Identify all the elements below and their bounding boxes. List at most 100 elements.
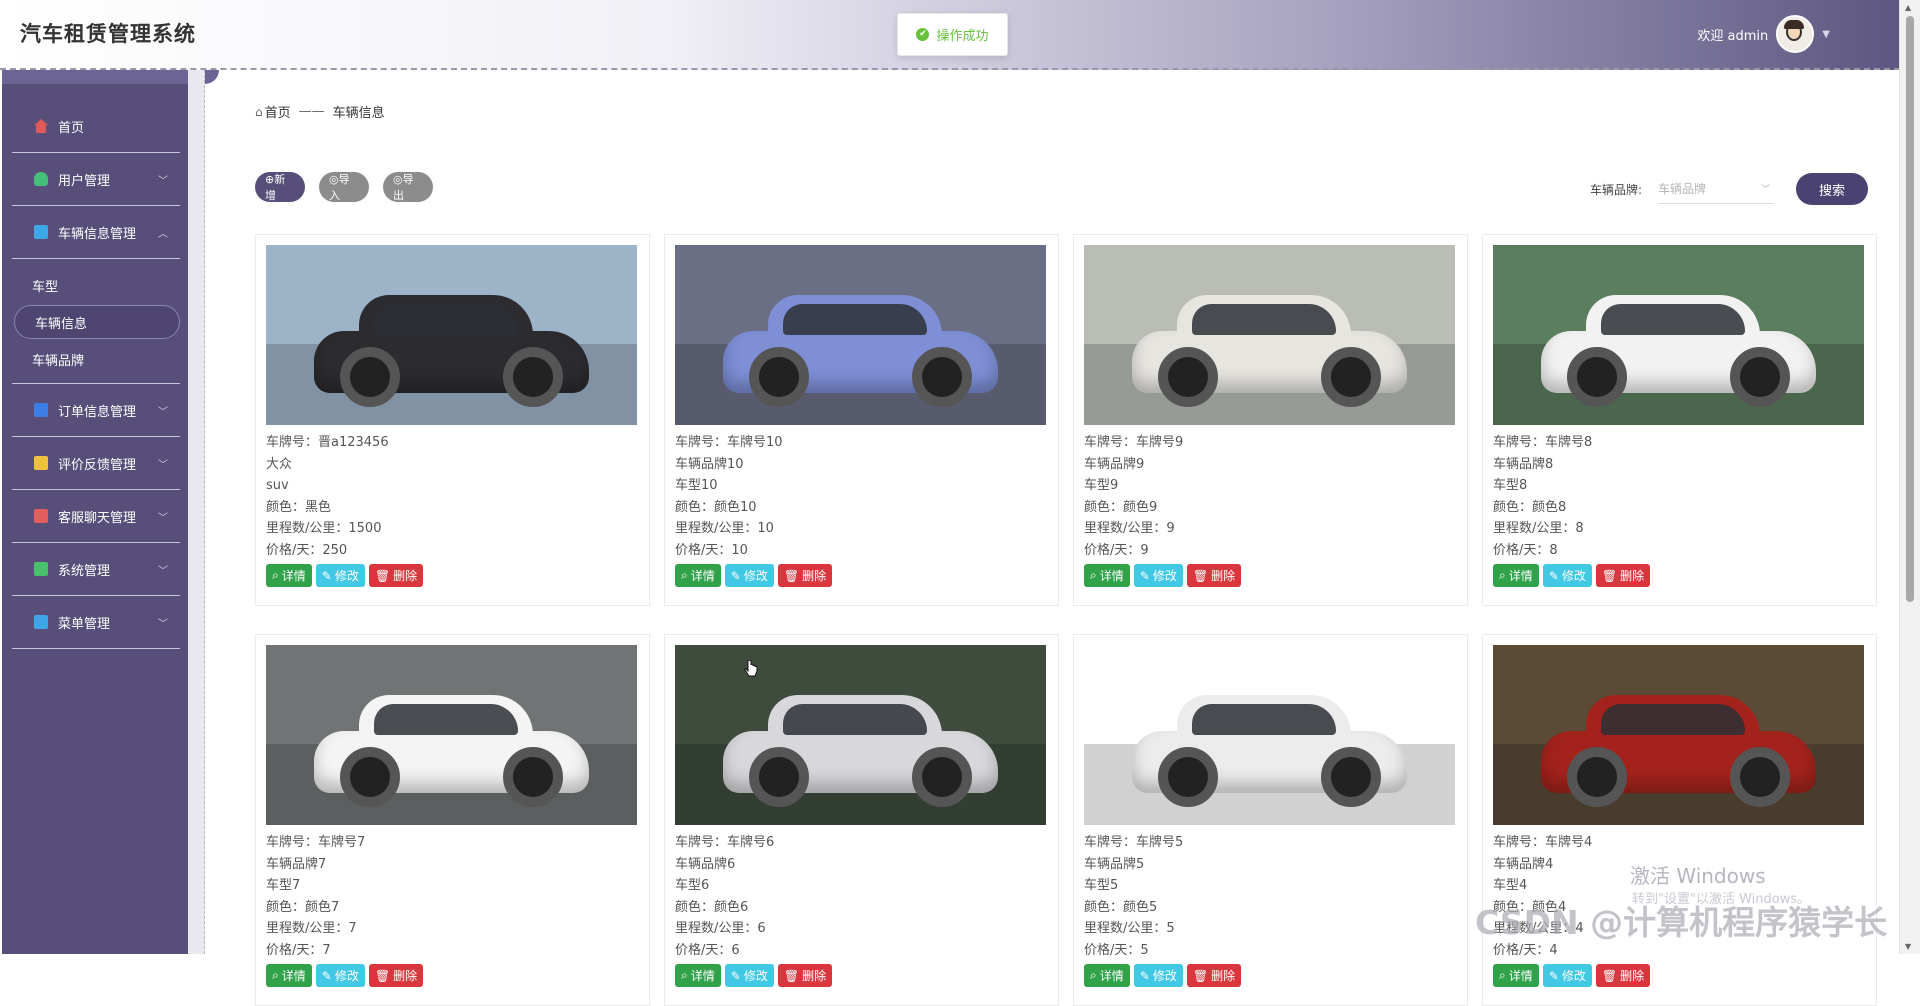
detail-button[interactable]: ⌕ 详情 — [1493, 564, 1539, 587]
page-scrollbar[interactable]: ▲ ▼ — [1899, 0, 1920, 954]
sidebar-item-system[interactable]: 系统管理 ﹀ — [12, 543, 180, 596]
edit-button[interactable]: ✎ 修改 — [1133, 564, 1183, 587]
vehicle-photo[interactable] — [675, 645, 1046, 825]
car-wheel — [1320, 747, 1381, 807]
edit-label: 修改 — [1561, 969, 1586, 983]
sidebar-item-vehicles[interactable]: 车辆信息管理 ︿ — [12, 206, 180, 259]
detail-label: 详情 — [1099, 969, 1124, 983]
vehicle-photo[interactable] — [266, 245, 637, 425]
car-window — [1191, 704, 1337, 735]
price-line: 价格/天：8 — [1493, 542, 1558, 558]
scroll-down-icon[interactable]: ▼ — [1905, 942, 1911, 951]
scroll-up-icon[interactable]: ▲ — [1905, 3, 1911, 12]
delete-button[interactable]: 🗑 删除 — [1595, 964, 1651, 987]
mileage-line: 里程数/公里：9 — [1084, 521, 1175, 536]
sidebar-item-label: 首页 — [58, 120, 85, 136]
sidebar-item-feedback[interactable]: 评价反馈管理 ﹀ — [12, 437, 180, 490]
menu-icon — [34, 615, 48, 629]
edit-button[interactable]: ✎ 修改 — [315, 964, 365, 987]
vehicle-submenu: 车型 车辆信息 车辆品牌 — [12, 259, 180, 384]
vehicle-info: 车牌号：车牌号6 车辆品牌6 车型6 颜色：颜色6 里程数/公里：6 价格/天：… — [675, 832, 1048, 961]
chevron-down-icon[interactable]: ﹀ — [158, 172, 168, 187]
brand-select-placeholder: 车辆品牌 — [1658, 182, 1707, 196]
submenu-item-brand[interactable]: 车辆品牌 — [12, 339, 180, 379]
edit-button[interactable]: ✎ 修改 — [315, 564, 365, 587]
vehicle-photo[interactable] — [1084, 245, 1455, 425]
sidebar-item-users[interactable]: 用户管理 ﹀ — [12, 153, 180, 206]
trash-icon: 🗑 — [783, 568, 800, 583]
vehicle-info: 车牌号：车牌号8 车辆品牌8 车型8 颜色：颜色8 里程数/公里：8 价格/天：… — [1493, 432, 1866, 561]
chevron-down-icon[interactable]: ﹀ — [158, 615, 168, 630]
edit-icon: ✎ — [1139, 568, 1150, 583]
chevron-up-icon[interactable]: ︿ — [158, 225, 168, 240]
windows-activation-text: 激活 Windows — [1630, 864, 1766, 888]
chevron-down-icon[interactable]: ﹀ — [158, 509, 168, 524]
model-line: 车型8 — [1493, 478, 1528, 493]
detail-label: 详情 — [281, 969, 306, 983]
delete-button[interactable]: 🗑 删除 — [1186, 964, 1242, 987]
car-wheel — [502, 747, 563, 807]
detail-button[interactable]: ⌕ 详情 — [675, 564, 721, 587]
chevron-down-icon[interactable]: ﹀ — [158, 456, 168, 471]
detail-button[interactable]: ⌕ 详情 — [266, 564, 312, 587]
submenu-item-model[interactable]: 车型 — [12, 265, 180, 305]
delete-button[interactable]: 🗑 删除 — [1186, 564, 1242, 587]
chevron-down-icon[interactable]: ﹀ — [158, 403, 168, 418]
edit-button[interactable]: ✎ 修改 — [1133, 964, 1183, 987]
brand-line: 车辆品牌8 — [1493, 456, 1554, 472]
mileage-line: 里程数/公里：5 — [1084, 921, 1175, 936]
car-wheel — [1567, 347, 1628, 407]
edit-button[interactable]: ✎ 修改 — [724, 564, 774, 587]
sidebar: 首页 用户管理 ﹀ 车辆信息管理 ︿ 车型 车辆信息 车辆品牌 订单信息管理 ﹀… — [2, 70, 219, 954]
mileage-line: 里程数/公里：6 — [675, 921, 766, 936]
vehicle-photo[interactable] — [1084, 645, 1455, 825]
delete-button[interactable]: 🗑 删除 — [1595, 564, 1651, 587]
import-button[interactable]: ◎导入 — [319, 172, 369, 202]
edit-label: 修改 — [1152, 969, 1177, 983]
chevron-down-icon[interactable]: ﹀ — [158, 562, 168, 577]
sidebar-item-chat[interactable]: 客服聊天管理 ﹀ — [12, 490, 180, 543]
color-line: 颜色：颜色8 — [1493, 499, 1567, 515]
add-button[interactable]: ⊕新增 — [255, 172, 305, 202]
detail-button[interactable]: ⌕ 详情 — [1084, 964, 1130, 987]
avatar[interactable] — [1776, 15, 1815, 53]
edit-icon: ✎ — [1548, 968, 1559, 983]
vehicle-photo[interactable] — [266, 645, 637, 825]
detail-button[interactable]: ⌕ 详情 — [266, 964, 312, 987]
vehicle-info: 车牌号：晋a123456 大众 suv 颜色：黑色 里程数/公里：1500 价格… — [266, 432, 639, 561]
sidebar-item-orders[interactable]: 订单信息管理 ﹀ — [12, 384, 180, 437]
export-button[interactable]: ◎导出 — [383, 172, 433, 202]
submenu-item-vehicle-info[interactable]: 车辆信息 — [14, 305, 180, 339]
sidebar-item-menus[interactable]: 菜单管理 ﹀ — [12, 596, 180, 649]
delete-label: 删除 — [1211, 969, 1236, 983]
detail-label: 详情 — [1508, 569, 1533, 583]
vehicle-info: 车牌号：车牌号7 车辆品牌7 车型7 颜色：颜色7 里程数/公里：7 价格/天：… — [266, 832, 639, 961]
edit-button[interactable]: ✎ 修改 — [1542, 964, 1592, 987]
delete-label: 删除 — [1211, 569, 1236, 583]
trash-icon: 🗑 — [1192, 968, 1209, 983]
trash-icon: 🗑 — [783, 968, 800, 983]
detail-button[interactable]: ⌕ 详情 — [675, 964, 721, 987]
vehicle-photo[interactable] — [1493, 645, 1864, 825]
brand-select[interactable]: 车辆品牌 ﹀ — [1658, 174, 1775, 204]
feedback-icon — [34, 456, 48, 470]
detail-button[interactable]: ⌕ 详情 — [1084, 564, 1130, 587]
sidebar-menu: 首页 用户管理 ﹀ 车辆信息管理 ︿ 车型 车辆信息 车辆品牌 订单信息管理 ﹀… — [12, 100, 180, 649]
delete-button[interactable]: 🗑 删除 — [368, 964, 424, 987]
breadcrumb-home[interactable]: 首页 — [265, 102, 291, 121]
card-actions: ⌕ 详情 ✎ 修改 🗑 删除 — [1493, 964, 1866, 987]
edit-button[interactable]: ✎ 修改 — [1542, 564, 1592, 587]
vehicle-photo[interactable] — [675, 245, 1046, 425]
sidebar-item-home[interactable]: 首页 — [12, 100, 180, 153]
detail-button[interactable]: ⌕ 详情 — [1493, 964, 1539, 987]
delete-button[interactable]: 🗑 删除 — [777, 964, 833, 987]
user-menu[interactable]: 欢迎 admin ▼ — [1697, 15, 1830, 53]
delete-button[interactable]: 🗑 删除 — [777, 564, 833, 587]
vehicle-photo[interactable] — [1493, 245, 1864, 425]
scrollbar-thumb[interactable] — [1906, 16, 1914, 602]
edit-button[interactable]: ✎ 修改 — [724, 964, 774, 987]
car-icon — [34, 225, 48, 239]
chevron-down-icon[interactable]: ▼ — [1822, 29, 1830, 40]
search-button[interactable]: 搜索 — [1796, 173, 1869, 205]
delete-button[interactable]: 🗑 删除 — [368, 564, 424, 587]
